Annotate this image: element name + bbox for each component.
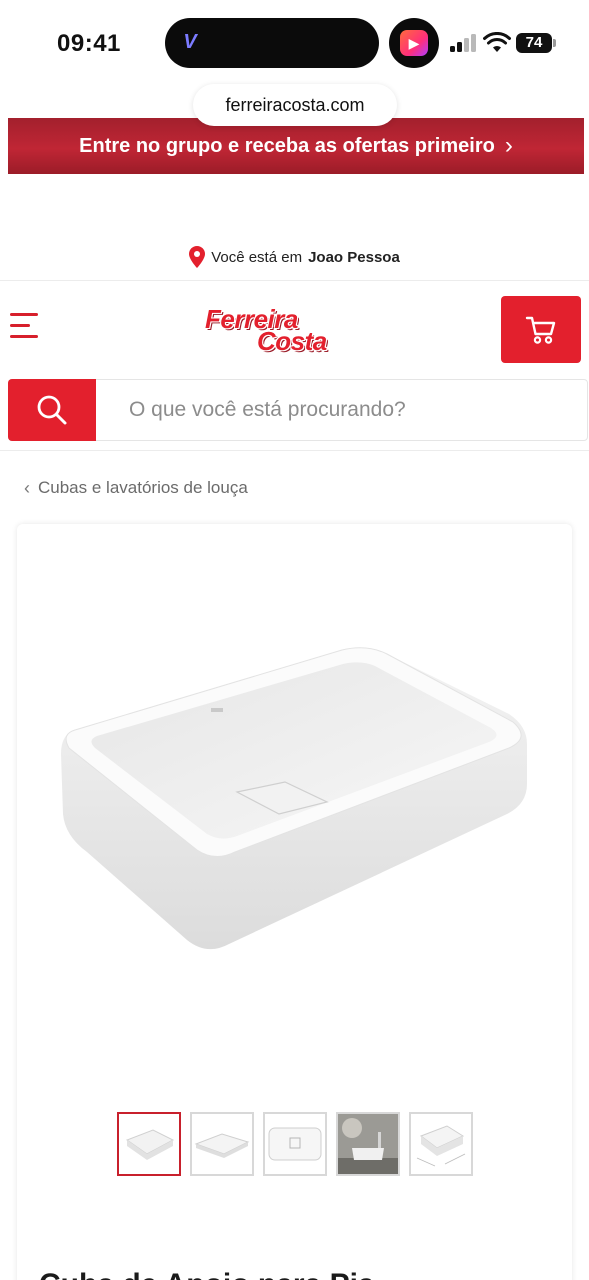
product-card: Cuba de Apoio para Pia xyxy=(17,524,572,1280)
cellular-signal-icon xyxy=(450,34,478,52)
status-bar: 09:41 V ▶ 74 xyxy=(0,0,589,84)
search-button[interactable] xyxy=(8,379,96,441)
island-app-icon: V xyxy=(183,31,197,53)
cart-icon xyxy=(525,316,556,344)
divider xyxy=(0,450,589,451)
battery-indicator: 74 xyxy=(516,33,552,53)
dynamic-island: V xyxy=(165,18,379,68)
chevron-right-icon: › xyxy=(504,132,513,159)
chevron-left-icon: ‹ xyxy=(24,477,30,498)
thumbnail-image xyxy=(416,1125,466,1167)
thumbnail-image xyxy=(194,1133,250,1158)
search-icon xyxy=(37,395,67,425)
live-activity-pill: ▶ xyxy=(389,18,439,68)
media-app-icon: ▶ xyxy=(400,30,428,56)
thumbnail-strip xyxy=(117,1112,473,1176)
ferreira-costa-logo[interactable]: Ferreira Costa xyxy=(205,304,337,356)
breadcrumb[interactable]: ‹ Cubas e lavatórios de louça xyxy=(24,476,248,500)
thumbnail-3[interactable] xyxy=(263,1112,327,1176)
thumbnail-image xyxy=(338,1114,398,1174)
browser-url-pill[interactable]: ferreiracosta.com xyxy=(193,84,397,126)
product-title: Cuba de Apoio para Pia xyxy=(39,1268,559,1280)
thumbnail-image xyxy=(268,1127,322,1161)
location-city: Joao Pessoa xyxy=(308,248,400,266)
divider xyxy=(0,280,589,281)
battery-cap xyxy=(553,39,556,47)
logo-line-2: Costa xyxy=(257,326,327,356)
thumbnail-image xyxy=(125,1129,175,1160)
status-clock: 09:41 xyxy=(57,30,121,57)
promo-banner-text: Entre no grupo e receba as ofertas prime… xyxy=(79,134,495,157)
thumbnail-2[interactable] xyxy=(190,1112,254,1176)
thumbnail-4[interactable] xyxy=(336,1112,400,1176)
location-prefix: Você está em xyxy=(211,248,303,266)
search-bar xyxy=(8,379,588,441)
map-pin-icon xyxy=(189,246,206,268)
product-image[interactable] xyxy=(57,644,535,974)
thumbnail-5[interactable] xyxy=(409,1112,473,1176)
delivery-location[interactable]: Você está em Joao Pessoa xyxy=(0,236,589,278)
wifi-icon xyxy=(483,32,511,52)
search-input[interactable] xyxy=(109,380,579,440)
hamburger-menu-icon[interactable] xyxy=(10,313,40,339)
promo-banner[interactable]: Entre no grupo e receba as ofertas prime… xyxy=(8,118,584,174)
thumbnail-1[interactable] xyxy=(117,1112,181,1176)
breadcrumb-label[interactable]: Cubas e lavatórios de louça xyxy=(38,478,248,498)
cart-button[interactable] xyxy=(501,296,581,363)
